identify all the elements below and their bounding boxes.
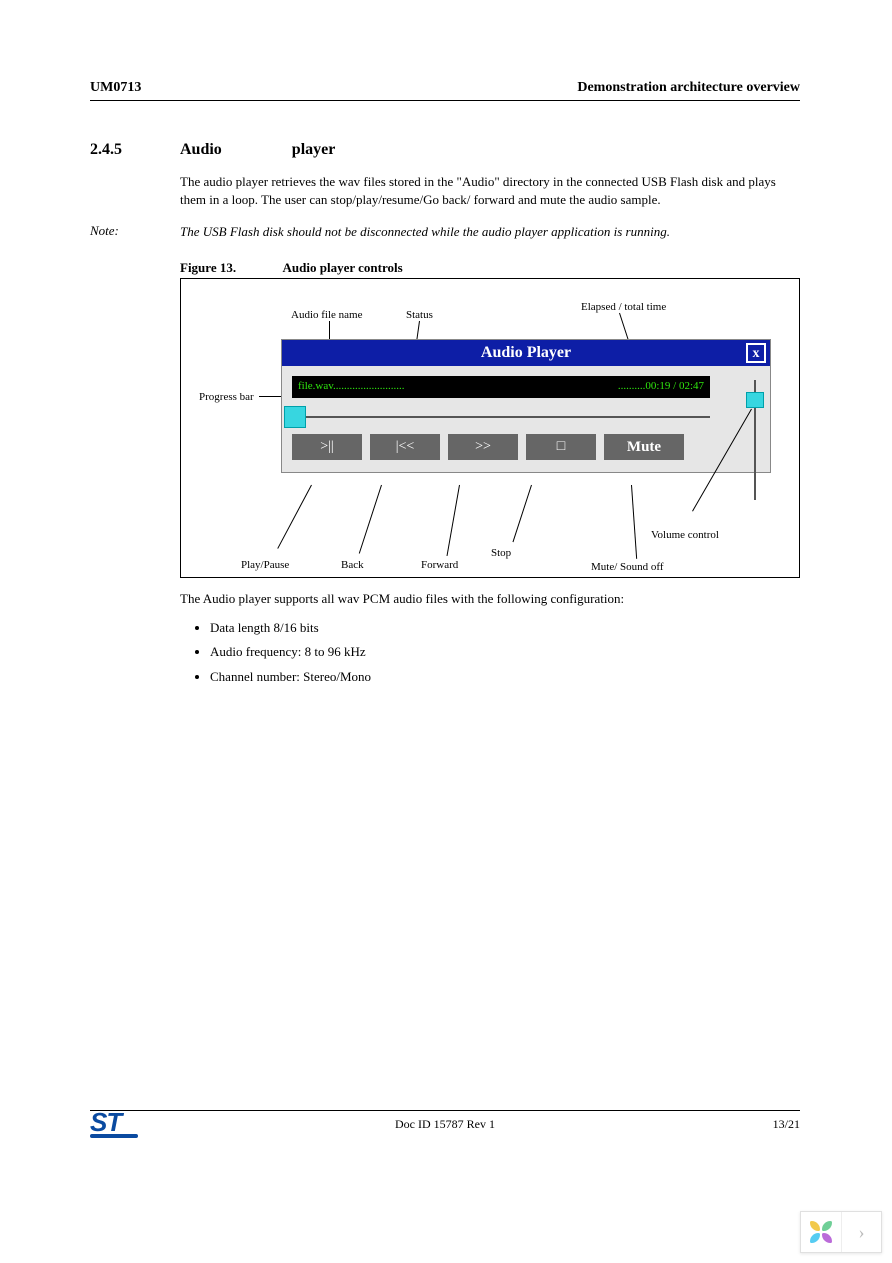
close-button[interactable]: x (746, 343, 766, 363)
progress-thumb[interactable] (284, 406, 306, 428)
callout-forward: Forward (421, 559, 458, 571)
intro-paragraph: The audio player retrieves the wav files… (180, 173, 780, 209)
leader-line (512, 484, 531, 541)
leader-line (359, 484, 382, 553)
page-nav-widget: › (800, 1211, 882, 1253)
figure-caption: Figure 13. Audio player controls (180, 260, 800, 276)
page-nav-logo-button[interactable] (801, 1212, 841, 1252)
figure-title: Audio player controls (283, 260, 403, 275)
st-logo: ST (90, 1107, 138, 1138)
callout-back: Back (341, 559, 364, 571)
callout-elapsed-total: Elapsed / total time (581, 301, 666, 313)
player-filename: file.wav.......................... (298, 380, 405, 392)
leader-line (447, 484, 460, 555)
progress-bar[interactable] (292, 416, 710, 418)
section-word-1: Audio (180, 141, 222, 159)
player-lcd: file.wav.......................... .....… (292, 376, 710, 398)
back-button[interactable]: |<< (370, 434, 440, 460)
section-word-2: player (292, 141, 336, 159)
audio-player-panel: Audio Player x file.wav.................… (281, 339, 771, 473)
section-heading: 2.4.5 Audio player (90, 141, 800, 159)
callout-audio-file-name: Audio file name (291, 309, 362, 321)
stop-button[interactable]: □ (526, 434, 596, 460)
player-buttons: >|| |<< >> □ Mute (282, 434, 770, 472)
player-elapsed-time: ..........00:19 / 02:47 (618, 380, 704, 392)
list-item: Audio frequency: 8 to 96 kHz (210, 640, 800, 665)
config-list: Data length 8/16 bits Audio frequency: 8… (210, 616, 800, 690)
page-nav-next-button[interactable]: › (841, 1212, 881, 1252)
callout-stop: Stop (491, 547, 511, 559)
doc-code: UM0713 (90, 80, 141, 96)
note-text: The USB Flash disk should not be disconn… (180, 223, 780, 241)
play-pause-button[interactable]: >|| (292, 434, 362, 460)
chevron-right-icon: › (859, 1222, 865, 1243)
list-item: Data length 8/16 bits (210, 616, 800, 641)
leader-line (259, 396, 283, 397)
callout-progress-bar: Progress bar (199, 391, 254, 403)
section-number: 2.4.5 (90, 141, 180, 159)
page-footer: ST Doc ID 15787 Rev 1 13/21 (90, 1110, 800, 1150)
figure-number: Figure 13. (180, 260, 280, 276)
leader-line (631, 485, 637, 559)
callout-play-pause: Play/Pause (241, 559, 289, 571)
player-title: Audio Player (481, 344, 571, 361)
figure-box: Audio file name Status Elapsed / total t… (180, 278, 800, 578)
list-item: Channel number: Stereo/Mono (210, 665, 800, 690)
note-label: Note: (90, 223, 180, 241)
callout-status: Status (406, 309, 433, 321)
flower-icon (810, 1221, 832, 1243)
leader-line (277, 484, 312, 548)
mute-button[interactable]: Mute (604, 434, 684, 460)
player-titlebar: Audio Player x (282, 340, 770, 366)
post-figure-text: The Audio player supports all wav PCM au… (180, 590, 800, 608)
volume-slider-thumb[interactable] (746, 392, 764, 408)
footer-doc-id: Doc ID 15787 Rev 1 (395, 1117, 495, 1132)
footer-page-number: 13/21 (773, 1117, 800, 1132)
callout-volume: Volume control (651, 529, 719, 541)
forward-button[interactable]: >> (448, 434, 518, 460)
callout-mute: Mute/ Sound off (591, 561, 664, 573)
header-section-title: Demonstration architecture overview (577, 80, 800, 96)
